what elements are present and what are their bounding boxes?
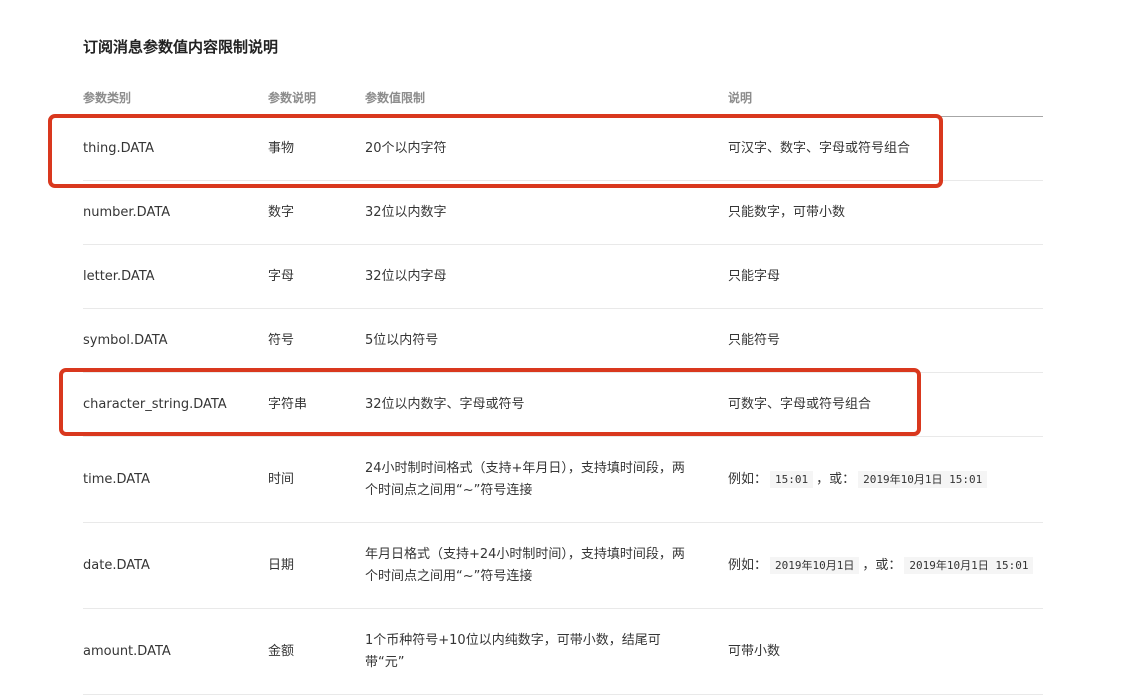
row-value-limit: 32位以内数字 <box>365 204 447 220</box>
row-note: 只能字母 <box>728 268 781 284</box>
header-value-limit: 参数值限制 <box>365 91 426 105</box>
row-category: character_string.DATA <box>83 396 227 412</box>
row-note: 可汉字、数字、字母或符号组合 <box>728 140 911 156</box>
row-description: 金额 <box>268 643 295 659</box>
row-category: symbol.DATA <box>83 332 168 348</box>
row-value-limit: 20个以内字符 <box>365 140 447 156</box>
params-table: 参数类别 参数说明 参数值限制 说明 thing.DATA 事物 20个以内字符… <box>83 80 1043 695</box>
row-value-limit: 年月日格式（支持+24小时制时间），支持填时间段，两个时间点之间用“~”符号连接 <box>365 546 685 584</box>
note-separator: ，或： <box>816 471 856 487</box>
row-note: 可数字、字母或符号组合 <box>728 396 872 412</box>
code-example: 15:01 <box>770 470 814 488</box>
note-prefix: 例如： <box>728 471 768 487</box>
row-category: thing.DATA <box>83 140 155 156</box>
row-description: 字母 <box>268 268 295 284</box>
table-header: 参数类别 参数说明 参数值限制 说明 <box>83 80 1043 117</box>
row-description: 字符串 <box>268 396 308 412</box>
row-description: 符号 <box>268 332 295 348</box>
header-note: 说明 <box>728 91 753 105</box>
header-description: 参数说明 <box>268 91 317 105</box>
table-row: number.DATA 数字 32位以内数字 只能数字，可带小数 <box>83 181 1043 245</box>
row-value-limit: 32位以内数字、字母或符号 <box>365 396 525 412</box>
table-row: time.DATA 时间 24小时制时间格式（支持+年月日），支持填时间段，两个… <box>83 437 1043 523</box>
row-value-limit: 24小时制时间格式（支持+年月日），支持填时间段，两个时间点之间用“~”符号连接 <box>365 460 685 498</box>
row-note: 只能数字，可带小数 <box>728 204 846 220</box>
code-example: 2019年10月1日 15:01 <box>858 470 988 488</box>
row-note: 只能符号 <box>728 332 781 348</box>
row-category: date.DATA <box>83 557 150 573</box>
table-row: amount.DATA 金额 1个币种符号+10位以内纯数字，可带小数，结尾可带… <box>83 609 1043 695</box>
table-row: thing.DATA 事物 20个以内字符 可汉字、数字、字母或符号组合 <box>83 117 1043 181</box>
header-category: 参数类别 <box>83 91 132 105</box>
row-category: time.DATA <box>83 471 150 487</box>
table-row: character_string.DATA 字符串 32位以内数字、字母或符号 … <box>83 373 1043 437</box>
row-category: letter.DATA <box>83 268 155 284</box>
row-description: 数字 <box>268 204 295 220</box>
row-description: 日期 <box>268 557 295 573</box>
row-value-limit: 1个币种符号+10位以内纯数字，可带小数，结尾可带“元” <box>365 632 661 670</box>
table-row: letter.DATA 字母 32位以内字母 只能字母 <box>83 245 1043 309</box>
row-value-limit: 32位以内字母 <box>365 268 447 284</box>
row-note: 可带小数 <box>728 643 781 659</box>
row-note: 例如： 15:01 ，或： 2019年10月1日 15:01 <box>728 437 1043 522</box>
row-note: 例如： 2019年10月1日 ，或： 2019年10月1日 15:01 <box>728 523 1043 608</box>
row-value-limit: 5位以内符号 <box>365 332 439 348</box>
row-category: number.DATA <box>83 204 171 220</box>
note-separator: ，或： <box>862 557 902 573</box>
page-title: 订阅消息参数值内容限制说明 <box>83 38 279 56</box>
table-row: symbol.DATA 符号 5位以内符号 只能符号 <box>83 309 1043 373</box>
row-description: 事物 <box>268 140 295 156</box>
code-example: 2019年10月1日 <box>770 556 860 574</box>
code-example: 2019年10月1日 15:01 <box>904 556 1034 574</box>
table-row: date.DATA 日期 年月日格式（支持+24小时制时间），支持填时间段，两个… <box>83 523 1043 609</box>
row-category: amount.DATA <box>83 643 171 659</box>
note-prefix: 例如： <box>728 557 768 573</box>
row-description: 时间 <box>268 471 295 487</box>
